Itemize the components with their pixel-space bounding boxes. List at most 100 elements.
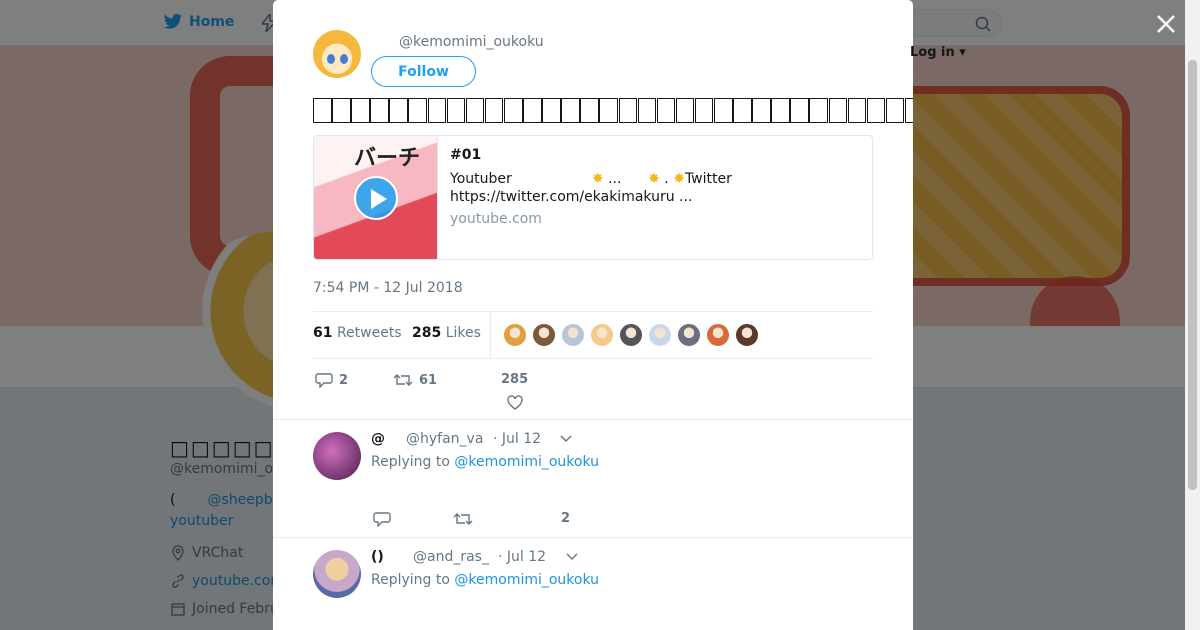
reply-icon[interactable] (373, 511, 391, 527)
play-icon[interactable] (354, 176, 398, 220)
replying-to: Replying to @kemomimi_oukoku (371, 454, 599, 470)
retweet-icon (393, 374, 413, 386)
reply-avatar[interactable] (313, 550, 361, 598)
reply-author-name[interactable]: () (371, 549, 384, 565)
replying-to-link[interactable]: @kemomimi_oukoku (454, 454, 599, 470)
retweets-count: 61 (313, 325, 333, 341)
missing-glyph-box (484, 98, 504, 123)
likes-stat[interactable]: 285 Likes (412, 325, 481, 341)
card-desc-line2: https://twitter.com/ekakimakuru ... (450, 189, 693, 205)
replying-to: Replying to @kemomimi_oukoku (371, 572, 599, 588)
missing-glyph-box (542, 98, 561, 123)
tweet-actions: 2 61 285 (313, 370, 613, 420)
card-title: #01 (450, 147, 482, 163)
author-avatar[interactable] (313, 30, 361, 78)
chevron-down-icon[interactable] (560, 435, 572, 443)
card-desc-part1: Youtuber (450, 171, 512, 187)
replying-prefix: Replying to (371, 454, 450, 470)
page-scrollbar[interactable] (1185, 0, 1200, 630)
retweet-count: 61 (419, 372, 438, 388)
missing-glyph-box (771, 98, 790, 123)
retweets-stat[interactable]: 61 Retweets (313, 325, 402, 341)
missing-glyph-box (446, 98, 466, 123)
avatar-eye-left (327, 54, 335, 64)
reply-icon (315, 373, 333, 388)
reply-author-name[interactable]: @ (371, 431, 385, 447)
missing-glyph-box (332, 98, 351, 123)
missing-glyph-box (427, 98, 447, 123)
chevron-down-icon[interactable] (566, 553, 578, 561)
reply-actions: 2 (371, 510, 591, 530)
author-handle[interactable]: @kemomimi_oukoku (399, 34, 544, 50)
reply-author-handle[interactable]: @hyfan_va (406, 431, 483, 447)
tweet-permalink-modal: @kemomimi_oukoku Follow バーチ #01 Youtuber… (273, 0, 913, 630)
missing-glyph-box (389, 98, 408, 123)
missing-glyph-box (313, 98, 332, 123)
missing-glyph-box (503, 98, 523, 123)
login-label: Log in (910, 45, 955, 60)
missing-glyph-box (618, 98, 638, 123)
card-domain: youtube.com (450, 211, 542, 227)
missing-glyph-box (637, 98, 657, 123)
missing-glyph-box (790, 98, 809, 123)
missing-glyph-box (561, 98, 580, 123)
liker-avatar[interactable] (735, 323, 759, 347)
retweet-icon[interactable] (453, 511, 473, 527)
card-thumbnail: バーチ (314, 136, 438, 259)
card-thumbnail-text: バーチ (354, 146, 421, 171)
scrollbar-thumb[interactable] (1188, 60, 1197, 490)
card-desc-part2: ... (608, 171, 622, 187)
reply-count: 2 (339, 372, 349, 388)
liker-avatar[interactable] (503, 323, 527, 347)
missing-glyph-box (752, 98, 771, 123)
stats-divider (490, 312, 491, 359)
replying-to-link[interactable]: @kemomimi_oukoku (454, 572, 599, 588)
missing-glyph-box (713, 98, 733, 123)
follow-button[interactable]: Follow (371, 56, 476, 87)
liker-avatar[interactable] (561, 323, 585, 347)
missing-glyph-box (408, 98, 428, 123)
missing-glyph-box (351, 98, 370, 123)
missing-glyph-box (675, 98, 695, 123)
missing-glyph-box (656, 98, 676, 123)
likers-avatars (503, 323, 759, 347)
liker-avatar[interactable] (619, 323, 643, 347)
reply-tweet[interactable]: @ @hyfan_va · Jul 12 Replying to @kemomi… (273, 419, 913, 537)
missing-glyph-box (733, 98, 752, 123)
reply-action[interactable]: 2 (315, 372, 348, 388)
star-emoji-icon: ✸ (591, 171, 604, 187)
star-emoji-icon: ✸ (648, 171, 660, 187)
missing-glyph-box (580, 98, 599, 123)
reply-avatar[interactable] (313, 432, 361, 480)
missing-glyph-box (866, 98, 886, 123)
reply-time[interactable]: · Jul 12 (493, 431, 541, 447)
missing-glyph-box (599, 98, 618, 123)
star-emoji-icon: ✸ (673, 171, 685, 187)
missing-glyph-box (904, 98, 913, 123)
likes-label: Likes (445, 325, 481, 341)
liker-avatar[interactable] (706, 323, 730, 347)
reply-tweet[interactable]: () @and_ras_ · Jul 12 Replying to @kemom… (273, 537, 913, 630)
heart-icon (506, 395, 523, 410)
tweet-text (313, 94, 913, 125)
card-description: Youtuber ✸ ... ✸ . ✸Twitter https://twit… (450, 170, 850, 206)
tweet-stats: 61 Retweets 285 Likes (313, 311, 873, 359)
login-dropdown[interactable]: Log in ▾ (910, 45, 966, 60)
liker-avatar[interactable] (648, 323, 672, 347)
missing-glyph-box (694, 98, 714, 123)
card-desc-part3: . (664, 171, 669, 187)
liker-avatar[interactable] (532, 323, 556, 347)
link-card[interactable]: バーチ #01 Youtuber ✸ ... ✸ . ✸Twitter http… (313, 135, 873, 260)
tweet-timestamp[interactable]: 7:54 PM - 12 Jul 2018 (313, 280, 463, 296)
like-action[interactable]: 285 (501, 372, 528, 410)
reply-author-handle[interactable]: @and_ras_ (413, 549, 489, 565)
reply-time[interactable]: · Jul 12 (498, 549, 546, 565)
liker-avatar[interactable] (677, 323, 701, 347)
reply-like-count[interactable]: 2 (561, 511, 570, 526)
like-count: 285 (501, 372, 529, 387)
missing-glyph-box (523, 98, 542, 123)
close-icon[interactable] (1152, 10, 1180, 38)
liker-avatar[interactable] (590, 323, 614, 347)
missing-glyph-box (885, 98, 905, 123)
retweet-action[interactable]: 61 (393, 372, 437, 388)
